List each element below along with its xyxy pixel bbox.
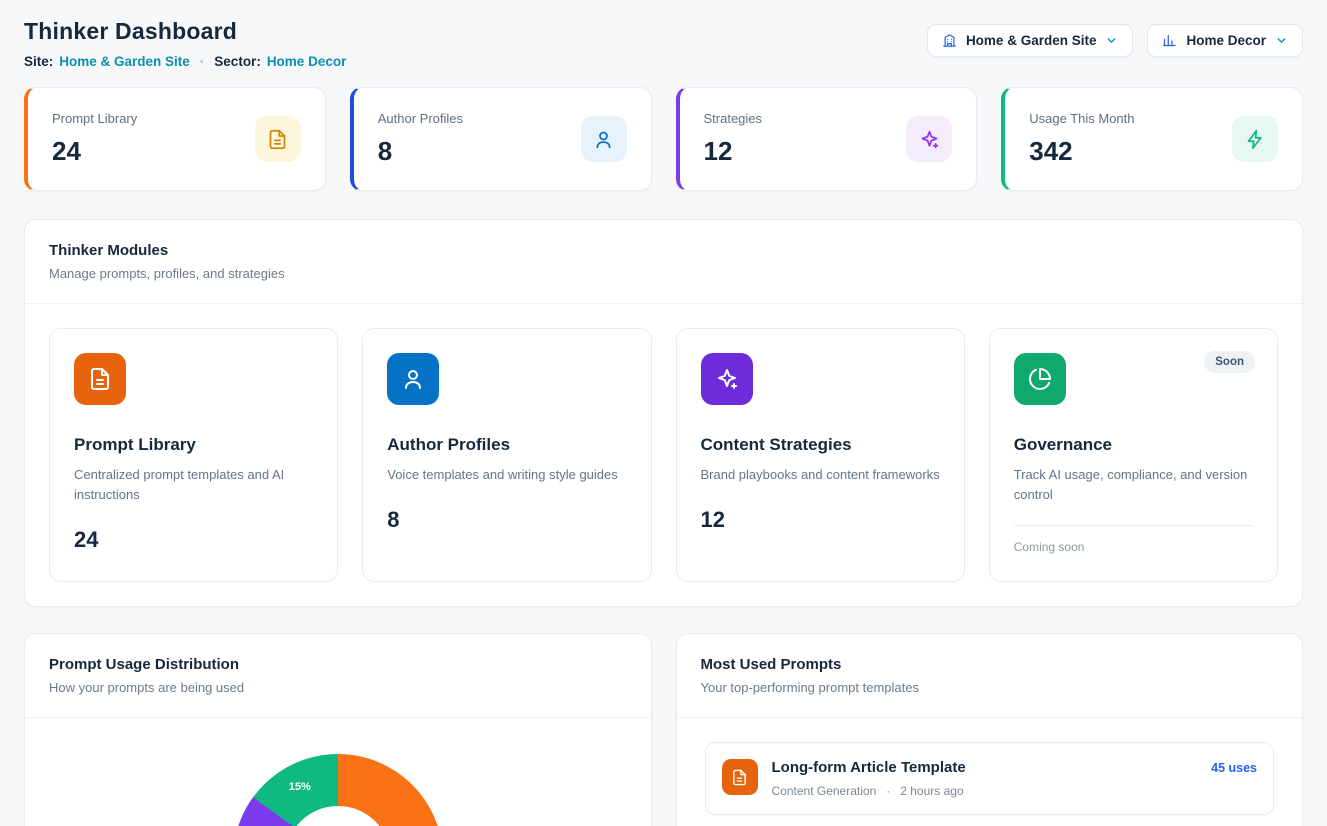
stat-label: Usage This Month — [1029, 111, 1134, 126]
prompt-list: Long-form Article Template Content Gener… — [677, 718, 1303, 826]
prompt-title: Long-form Article Template — [772, 759, 966, 776]
document-icon — [255, 116, 301, 162]
module-card-content-strategies[interactable]: Content Strategies Brand playbooks and c… — [676, 328, 965, 582]
module-description: Track AI usage, compliance, and version … — [1014, 465, 1253, 505]
pie-chart-icon — [1014, 353, 1066, 405]
sector-selector-dropdown[interactable]: Home Decor — [1147, 24, 1303, 57]
stat-text: Strategies 12 — [704, 111, 763, 167]
bottom-row: Prompt Usage Distribution How your promp… — [24, 633, 1303, 826]
site-label: Site: — [24, 54, 53, 69]
modules-subtitle: Manage prompts, profiles, and strategies — [49, 266, 1278, 281]
usage-title: Prompt Usage Distribution — [49, 656, 627, 673]
usage-card-header: Prompt Usage Distribution How your promp… — [25, 634, 651, 718]
sparkle-icon — [906, 116, 952, 162]
page-title: Thinker Dashboard — [24, 18, 346, 45]
module-title: Prompt Library — [74, 435, 313, 455]
thinker-modules-panel: Thinker Modules Manage prompts, profiles… — [24, 219, 1303, 607]
dashboard-page: Thinker Dashboard Site: Home & Garden Si… — [0, 0, 1327, 826]
module-count: 12 — [701, 507, 940, 533]
user-icon — [581, 116, 627, 162]
coming-soon-text: Coming soon — [1014, 540, 1253, 554]
stat-card-prompt-library[interactable]: Prompt Library 24 — [24, 87, 326, 191]
separator-dot: · — [200, 54, 205, 69]
stat-value: 12 — [704, 136, 763, 167]
header-left: Thinker Dashboard Site: Home & Garden Si… — [24, 18, 346, 69]
stat-card-strategies[interactable]: Strategies 12 — [676, 87, 978, 191]
building-icon — [942, 33, 957, 48]
site-selector-label: Home & Garden Site — [966, 33, 1097, 48]
meta-dot: · — [886, 784, 890, 798]
document-icon — [722, 759, 758, 795]
most-used-prompts-card: Most Used Prompts Your top-performing pr… — [676, 633, 1304, 826]
prompts-title: Most Used Prompts — [701, 656, 1279, 673]
module-description: Voice templates and writing style guides — [387, 465, 626, 485]
donut-chart-wrap: 15% — [233, 754, 443, 826]
stat-value: 24 — [52, 136, 137, 167]
divider — [1014, 525, 1253, 526]
soon-badge: Soon — [1204, 351, 1255, 373]
prompt-category: Content Generation — [772, 784, 877, 798]
bolt-icon — [1232, 116, 1278, 162]
module-title: Author Profiles — [387, 435, 626, 455]
stat-card-usage[interactable]: Usage This Month 342 — [1001, 87, 1303, 191]
page-header: Thinker Dashboard Site: Home & Garden Si… — [24, 18, 1303, 69]
usage-subtitle: How your prompts are being used — [49, 680, 627, 695]
stats-row: Prompt Library 24 Author Profiles 8 Stra… — [24, 87, 1303, 191]
stat-text: Usage This Month 342 — [1029, 111, 1134, 167]
prompts-card-header: Most Used Prompts Your top-performing pr… — [677, 634, 1303, 718]
site-selector-dropdown[interactable]: Home & Garden Site — [927, 24, 1134, 57]
module-title: Content Strategies — [701, 435, 940, 455]
module-card-prompt-library[interactable]: Prompt Library Centralized prompt templa… — [49, 328, 338, 582]
header-selectors: Home & Garden Site Home Decor — [927, 24, 1303, 57]
donut-segment-label: 15% — [289, 781, 311, 793]
chevron-down-icon — [1105, 34, 1118, 47]
stat-text: Prompt Library 24 — [52, 111, 137, 167]
module-description: Centralized prompt templates and AI inst… — [74, 465, 313, 505]
uses-badge: 45 uses — [1211, 759, 1257, 775]
module-count: 8 — [387, 507, 626, 533]
site-link[interactable]: Home & Garden Site — [59, 54, 190, 69]
modules-title: Thinker Modules — [49, 242, 1278, 259]
modules-grid: Prompt Library Centralized prompt templa… — [25, 304, 1302, 606]
stat-text: Author Profiles 8 — [378, 111, 463, 167]
user-icon — [387, 353, 439, 405]
module-count: 24 — [74, 527, 313, 553]
module-title: Governance — [1014, 435, 1253, 455]
document-icon — [74, 353, 126, 405]
stat-label: Author Profiles — [378, 111, 463, 126]
donut-chart[interactable] — [233, 754, 443, 826]
prompt-usage-distribution-card: Prompt Usage Distribution How your promp… — [24, 633, 652, 826]
sector-selector-label: Home Decor — [1186, 33, 1266, 48]
prompt-time: 2 hours ago — [900, 784, 963, 798]
modules-panel-header: Thinker Modules Manage prompts, profiles… — [25, 220, 1302, 304]
stat-label: Prompt Library — [52, 111, 137, 126]
sector-label: Sector: — [214, 54, 261, 69]
module-card-author-profiles[interactable]: Author Profiles Voice templates and writ… — [362, 328, 651, 582]
breadcrumb: Site: Home & Garden Site · Sector: Home … — [24, 54, 346, 69]
sparkle-icon — [701, 353, 753, 405]
module-card-governance[interactable]: Soon Governance Track AI usage, complian… — [989, 328, 1278, 582]
prompt-meta: Content Generation · 2 hours ago — [772, 784, 966, 798]
prompts-subtitle: Your top-performing prompt templates — [701, 680, 1279, 695]
stat-value: 342 — [1029, 136, 1134, 167]
stat-value: 8 — [378, 136, 463, 167]
list-item-long-form-article[interactable]: Long-form Article Template Content Gener… — [705, 742, 1275, 815]
prompt-text: Long-form Article Template Content Gener… — [772, 759, 966, 798]
sector-link[interactable]: Home Decor — [267, 54, 347, 69]
module-description: Brand playbooks and content frameworks — [701, 465, 940, 485]
bar-chart-icon — [1162, 33, 1177, 48]
stat-card-author-profiles[interactable]: Author Profiles 8 — [350, 87, 652, 191]
chevron-down-icon — [1275, 34, 1288, 47]
stat-label: Strategies — [704, 111, 763, 126]
